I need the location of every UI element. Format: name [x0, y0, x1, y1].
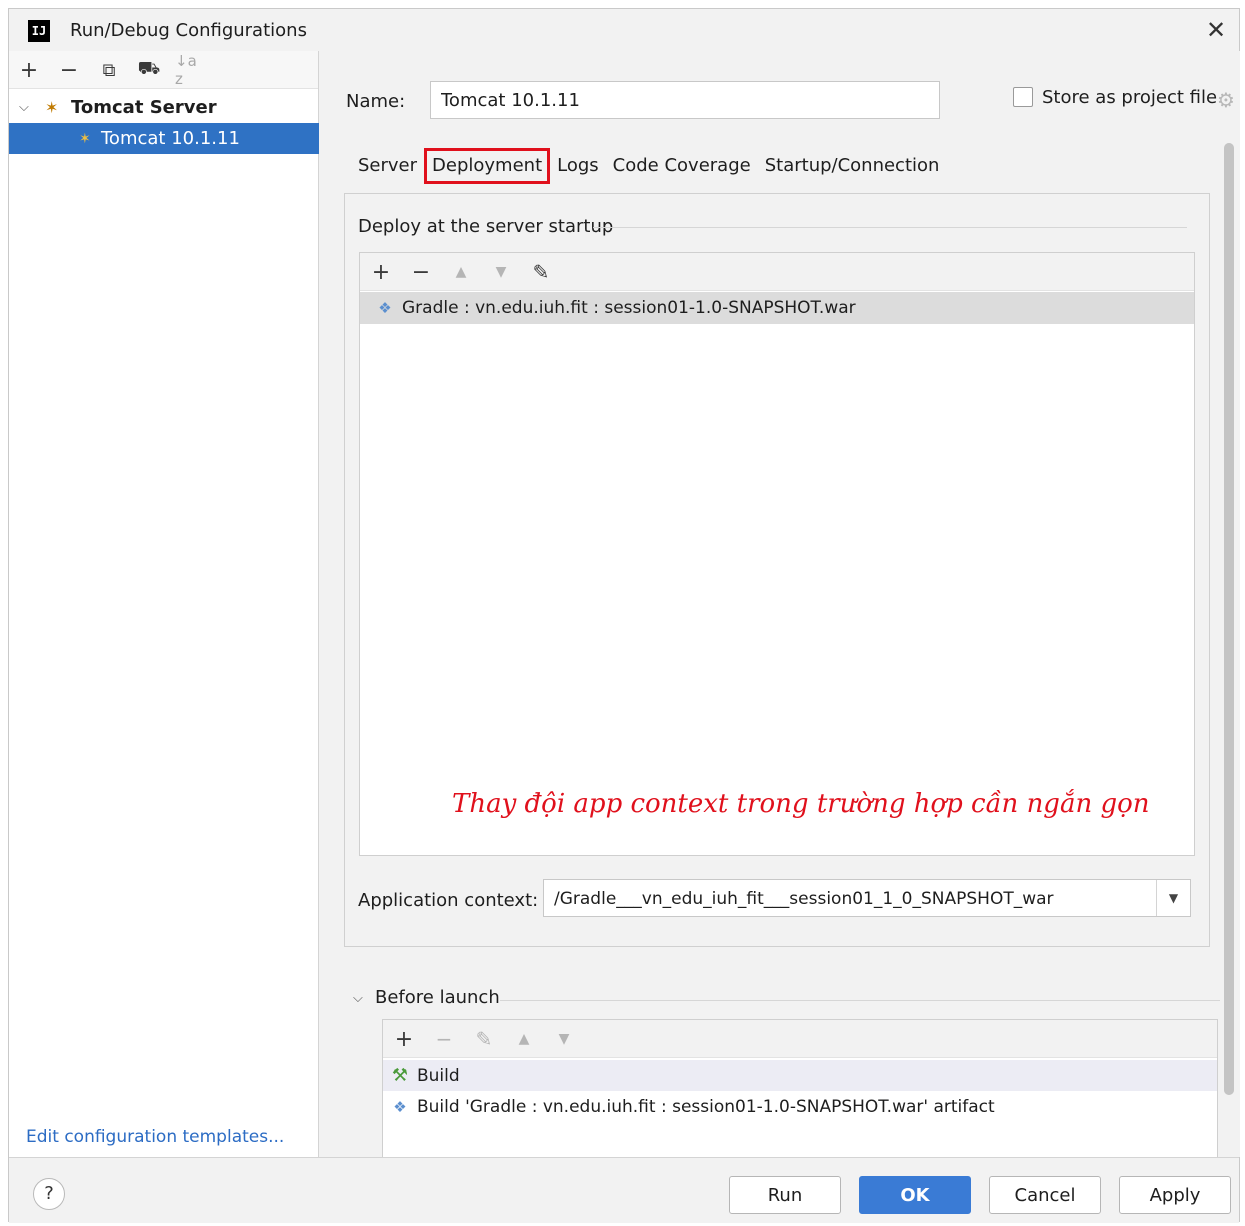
tomcat-icon: ✶	[79, 130, 91, 147]
close-icon[interactable]: ✕	[1201, 15, 1231, 45]
section-divider	[500, 1000, 1220, 1001]
application-context-label: Application context:	[358, 890, 539, 911]
deployment-list: + − ▲ ▼ ✎ ❖ Gradle : vn.edu.iuh.fit : se…	[359, 252, 1195, 856]
tomcat-icon: ✶	[45, 97, 59, 117]
section-divider	[593, 227, 1187, 228]
help-button[interactable]: ?	[33, 1178, 65, 1210]
move-to-folder-icon[interactable]: ⛟	[135, 56, 163, 84]
run-button[interactable]: Run	[729, 1176, 841, 1214]
scrollbar-thumb[interactable]	[1224, 143, 1234, 1095]
deploy-section-title: Deploy at the server startup	[358, 216, 614, 237]
tab-startup-connection[interactable]: Startup/Connection	[758, 148, 947, 184]
configuration-editor-panel: Name: Store as project file ⚙ Server Dep…	[320, 51, 1240, 1157]
store-as-project-file-label[interactable]: Store as project file	[1042, 87, 1217, 108]
before-launch-title[interactable]: Before launch	[375, 987, 500, 1008]
ok-button[interactable]: OK	[859, 1176, 971, 1214]
title-bar: IJ Run/Debug Configurations ✕	[9, 9, 1239, 51]
copy-configuration-icon[interactable]: ⧉	[95, 56, 123, 84]
store-as-project-file-checkbox[interactable]	[1013, 87, 1033, 107]
move-down-icon[interactable]: ▼	[486, 257, 516, 287]
window-title: Run/Debug Configurations	[70, 20, 307, 41]
hammer-icon: ⚒	[391, 1065, 409, 1086]
add-artifact-button[interactable]: +	[366, 257, 396, 287]
dialog-button-bar: ? Run OK Cancel Apply	[9, 1157, 1239, 1223]
run-debug-configurations-dialog: IJ Run/Debug Configurations ✕ + − ⧉ ⛟ ↓a…	[8, 8, 1240, 1223]
tree-item-label: Tomcat 10.1.11	[101, 128, 240, 149]
tab-logs[interactable]: Logs	[550, 148, 606, 184]
application-context-combobox[interactable]: /Gradle___vn_edu_iuh_fit___session01_1_0…	[543, 879, 1191, 917]
remove-task-button[interactable]: −	[429, 1024, 459, 1054]
name-input[interactable]	[430, 81, 940, 119]
configurations-tree-panel: + − ⧉ ⛟ ↓a z ⌵ ✶ Tomcat Server ✶ Tomcat …	[9, 51, 319, 1157]
move-up-icon[interactable]: ▲	[509, 1024, 539, 1054]
remove-artifact-button[interactable]: −	[406, 257, 436, 287]
red-annotation-text: Thay đội app context trong trường hợp cầ…	[452, 789, 1150, 819]
tree-item-tomcat-10-1-11[interactable]: ✶ Tomcat 10.1.11	[9, 123, 319, 154]
chevron-down-icon[interactable]: ⌵	[19, 100, 37, 115]
deployment-tab-content: Deploy at the server startup + − ▲ ▼ ✎ ❖…	[344, 193, 1210, 947]
before-launch-item-label: Build 'Gradle : vn.edu.iuh.fit : session…	[417, 1096, 995, 1117]
tree-group-label: Tomcat Server	[71, 96, 217, 118]
list-item-build-artifact[interactable]: ❖ Build 'Gradle : vn.edu.iuh.fit : sessi…	[383, 1091, 1217, 1122]
configuration-tabs: Server Deployment Logs Code Coverage Sta…	[351, 147, 946, 185]
before-launch-item-label: Build	[417, 1065, 460, 1086]
move-up-icon[interactable]: ▲	[446, 257, 476, 287]
move-down-icon[interactable]: ▼	[549, 1024, 579, 1054]
name-label: Name:	[346, 91, 406, 112]
remove-configuration-button[interactable]: −	[55, 56, 83, 84]
before-launch-list: + − ✎ ▲ ▼ ⚒ Build ❖ Build 'Gradle : vn.e…	[382, 1019, 1218, 1157]
gear-icon[interactable]: ⚙	[1215, 89, 1237, 111]
chevron-down-icon[interactable]: ⌵	[353, 991, 363, 1006]
tree-group-tomcat-server[interactable]: ⌵ ✶ Tomcat Server	[9, 92, 318, 122]
list-item-artifact[interactable]: ❖ Gradle : vn.edu.iuh.fit : session01-1.…	[360, 292, 1194, 324]
add-task-button[interactable]: +	[389, 1024, 419, 1054]
artifact-icon: ❖	[393, 1097, 407, 1116]
edit-pencil-icon[interactable]: ✎	[469, 1024, 499, 1054]
artifact-icon: ❖	[378, 299, 392, 317]
deployment-list-toolbar: + − ▲ ▼ ✎	[360, 253, 1194, 291]
vertical-scrollbar[interactable]	[1224, 143, 1234, 1095]
before-launch-toolbar: + − ✎ ▲ ▼	[383, 1020, 1217, 1058]
sort-configurations-icon[interactable]: ↓a z	[175, 52, 203, 88]
edit-configuration-templates-link[interactable]: Edit configuration templates...	[26, 1127, 284, 1147]
edit-pencil-icon[interactable]: ✎	[526, 257, 556, 287]
configurations-toolbar: + − ⧉ ⛟ ↓a z	[9, 51, 318, 89]
tab-deployment[interactable]: Deployment	[424, 148, 551, 184]
application-context-value[interactable]: /Gradle___vn_edu_iuh_fit___session01_1_0…	[554, 889, 1054, 909]
artifact-label: Gradle : vn.edu.iuh.fit : session01-1.0-…	[402, 298, 856, 318]
intellij-app-icon: IJ	[28, 20, 50, 42]
add-configuration-button[interactable]: +	[15, 56, 43, 84]
cancel-button[interactable]: Cancel	[989, 1176, 1101, 1214]
list-item-build[interactable]: ⚒ Build	[383, 1060, 1217, 1091]
tab-server[interactable]: Server	[351, 148, 424, 184]
dropdown-arrow-icon[interactable]: ▼	[1156, 880, 1190, 916]
tab-code-coverage[interactable]: Code Coverage	[606, 148, 758, 184]
apply-button[interactable]: Apply	[1119, 1176, 1231, 1214]
